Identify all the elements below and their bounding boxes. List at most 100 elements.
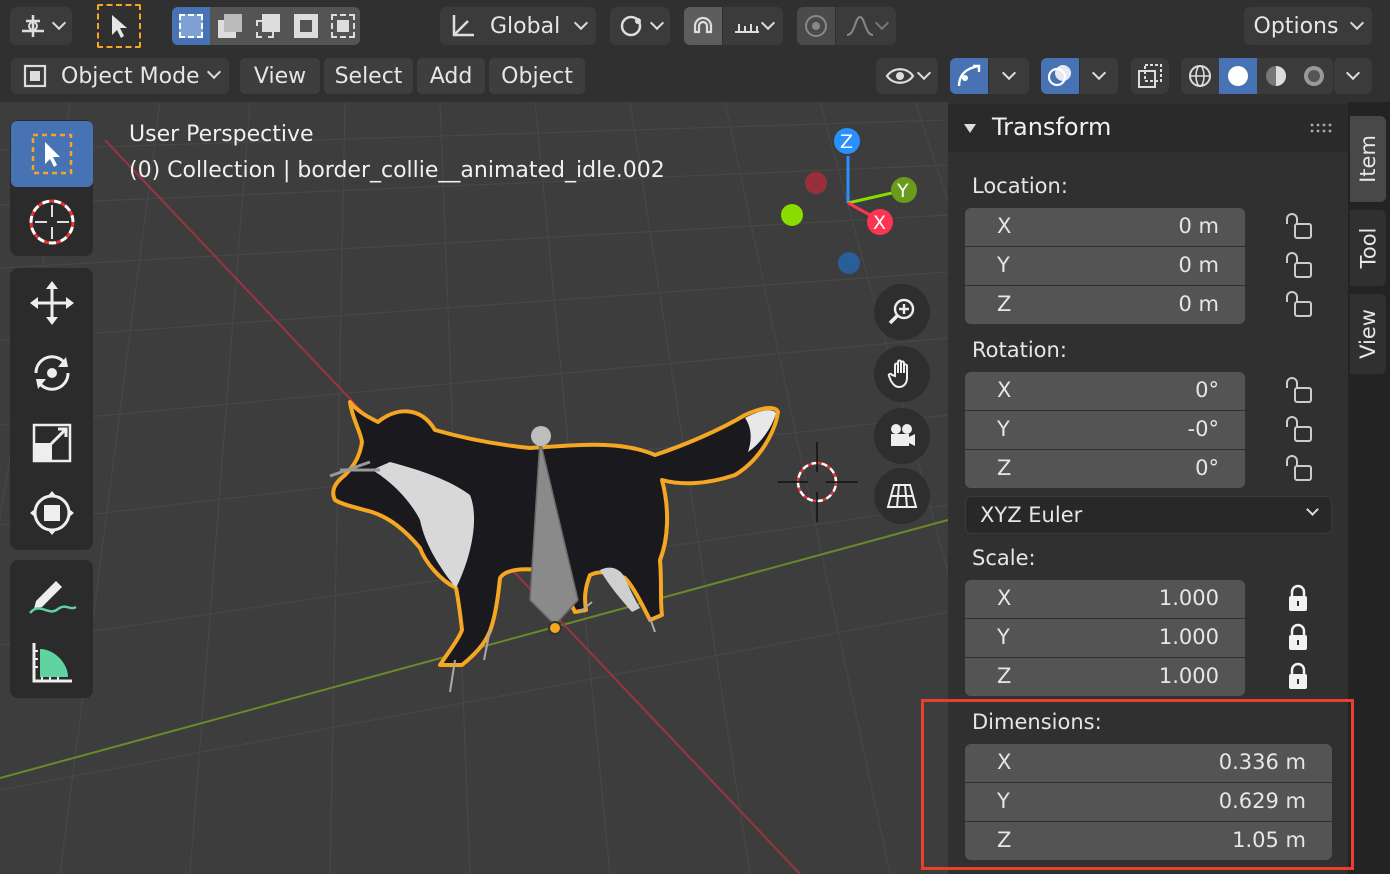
proportional-edit-button[interactable] — [797, 7, 835, 45]
tab-tool[interactable]: Tool — [1350, 210, 1386, 286]
proportional-editing-icon — [805, 15, 827, 37]
rotation-y-field[interactable]: Y -0° — [965, 411, 1245, 449]
location-y-field[interactable]: Y 0 m — [965, 247, 1245, 285]
location-z-axis: Z — [997, 292, 1012, 316]
show-overlays-toggle[interactable] — [1041, 58, 1079, 94]
select-mode-intersect-button[interactable] — [325, 7, 360, 45]
scale-x-field[interactable]: X 1.000 — [965, 580, 1245, 618]
scale-y-lock-icon[interactable] — [1283, 623, 1317, 653]
move-arrows-icon — [30, 281, 74, 325]
rotation-z-unlock-icon[interactable] — [1283, 454, 1317, 484]
chevron-down-icon — [1350, 15, 1365, 31]
location-x-axis: X — [997, 214, 1012, 238]
rotation-z-axis: Z — [997, 456, 1012, 480]
select-tool-icon[interactable] — [97, 4, 141, 48]
menu-view[interactable]: View — [240, 58, 320, 94]
location-y-unlock-icon[interactable] — [1283, 251, 1317, 281]
drag-handle-icon[interactable] — [1310, 122, 1334, 134]
rotation-y-value: -0° — [1187, 417, 1219, 441]
transform-orientation-dropdown[interactable]: Global — [440, 7, 596, 45]
cursor-target-icon — [29, 199, 75, 245]
select-mode-extend-button[interactable] — [211, 7, 248, 45]
rotation-z-field[interactable]: Z 0° — [965, 450, 1245, 488]
scale-icon — [32, 423, 72, 463]
tool-scale[interactable] — [11, 410, 93, 476]
collapse-triangle-icon[interactable] — [963, 121, 977, 135]
gizmo-z-label: Z — [840, 131, 854, 153]
shading-dropdown[interactable] — [1334, 58, 1372, 94]
scale-y-field[interactable]: Y 1.000 — [965, 619, 1245, 657]
gizmo-icon — [957, 64, 981, 87]
location-z-unlock-icon[interactable] — [1283, 290, 1317, 320]
chevron-down-icon — [573, 15, 589, 31]
snap-target-dropdown[interactable] — [723, 7, 783, 45]
zoom-button[interactable] — [874, 284, 930, 340]
transform-panel-title: Transform — [992, 113, 1112, 141]
navigation-gizmo[interactable] — [0, 102, 948, 874]
3d-viewport[interactable]: Z Y X User Perspective (0) Collection | … — [0, 102, 948, 874]
pivot-point-dropdown[interactable] — [610, 7, 670, 45]
pivot-icon — [620, 15, 642, 37]
shading-wireframe-button[interactable] — [1181, 58, 1219, 94]
options-dropdown[interactable]: Options — [1244, 7, 1372, 45]
scale-z-value: 1.000 — [1158, 664, 1219, 688]
pan-button[interactable] — [874, 346, 930, 402]
rotate-icon — [34, 355, 70, 391]
select-mode-invert-button[interactable] — [287, 7, 324, 45]
tab-item-label: Item — [1356, 135, 1380, 183]
menu-add[interactable]: Add — [417, 58, 485, 94]
scale-x-lock-icon[interactable] — [1283, 584, 1317, 614]
overlays-dropdown[interactable] — [1080, 58, 1118, 94]
material-sphere-icon — [1266, 66, 1286, 86]
select-mode-new-button[interactable] — [172, 7, 210, 45]
show-gizmo-toggle[interactable] — [950, 58, 988, 94]
rotation-x-field[interactable]: X 0° — [965, 372, 1245, 410]
tab-item[interactable]: Item — [1350, 116, 1386, 202]
gizmo-dropdown[interactable] — [989, 58, 1029, 94]
gizmo-y-label: Y — [897, 180, 909, 202]
select-mode-subtract-button[interactable] — [249, 7, 286, 45]
shading-rendered-button[interactable] — [1295, 58, 1333, 94]
mode-dropdown[interactable]: Object Mode — [11, 58, 229, 94]
menu-select[interactable]: Select — [324, 58, 413, 94]
snap-toggle-button[interactable] — [684, 7, 722, 45]
scale-y-axis: Y — [997, 625, 1010, 649]
rotation-mode-dropdown[interactable]: XYZ Euler — [965, 496, 1332, 534]
xray-toggle[interactable] — [1131, 58, 1169, 94]
tool-transform[interactable] — [11, 480, 93, 546]
shading-solid-button[interactable] — [1219, 58, 1257, 94]
menu-object[interactable]: Object — [489, 58, 585, 94]
wireframe-sphere-icon — [1189, 65, 1211, 87]
rotation-mode-value: XYZ Euler — [980, 503, 1083, 527]
chevron-down-icon — [916, 65, 932, 81]
chevron-down-icon — [1345, 65, 1361, 81]
object-visibility-dropdown[interactable] — [876, 58, 938, 94]
tool-select-box[interactable] — [11, 121, 93, 187]
location-z-field[interactable]: Z 0 m — [965, 286, 1245, 324]
scale-z-lock-icon[interactable] — [1283, 662, 1317, 692]
tool-cursor[interactable] — [11, 189, 93, 255]
overlays-icon — [1047, 65, 1071, 87]
shading-material-button[interactable] — [1257, 58, 1295, 94]
xray-icon — [1138, 64, 1162, 88]
mode-label: Object Mode — [61, 63, 200, 89]
location-x-field[interactable]: X 0 m — [965, 208, 1245, 246]
tool-move[interactable] — [11, 270, 93, 336]
rotation-x-unlock-icon[interactable] — [1283, 376, 1317, 406]
proportional-falloff-dropdown[interactable] — [836, 7, 896, 45]
tool-settings-dropdown[interactable] — [10, 7, 72, 45]
tab-view[interactable]: View — [1350, 294, 1386, 374]
rotation-y-axis: Y — [997, 417, 1010, 441]
rotation-x-value: 0° — [1195, 378, 1219, 402]
tool-annotate[interactable] — [11, 562, 93, 628]
transform-orientation-label: Global — [490, 13, 561, 39]
pencil-annotate-icon — [29, 581, 77, 614]
tool-measure[interactable] — [11, 630, 93, 696]
scale-z-field[interactable]: Z 1.000 — [965, 658, 1245, 696]
rotation-y-unlock-icon[interactable] — [1283, 415, 1317, 445]
camera-view-button[interactable] — [874, 408, 930, 464]
location-x-unlock-icon[interactable] — [1283, 212, 1317, 242]
ortho-toggle-button[interactable] — [874, 468, 930, 524]
tool-rotate[interactable] — [11, 340, 93, 406]
magnet-icon — [693, 16, 713, 34]
